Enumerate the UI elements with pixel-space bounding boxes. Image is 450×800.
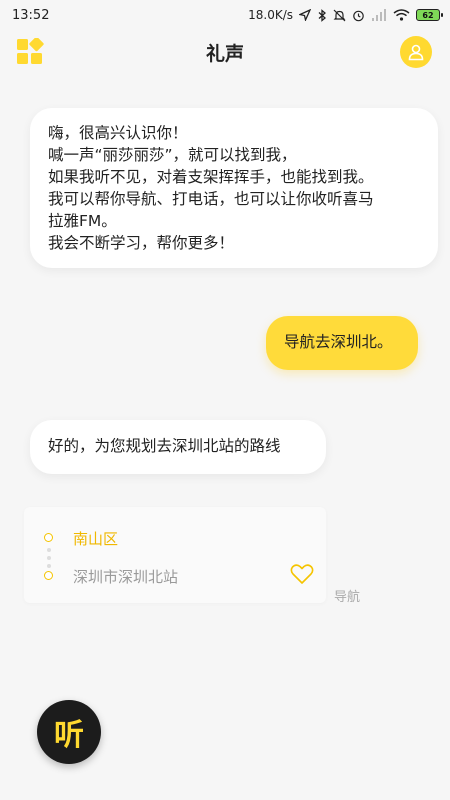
user-message: 导航去深圳北。 [266, 316, 418, 370]
user-message-text: 导航去深圳北。 [284, 333, 393, 351]
wifi-icon [393, 9, 410, 21]
destination-dot-icon [44, 571, 53, 580]
signal-icon [371, 9, 387, 21]
route-card[interactable]: 南山区 深圳市深圳北站 [24, 507, 326, 603]
route-connector [47, 564, 51, 568]
greeting-line: 我可以帮你导航、打电话，也可以让你收听喜马 [48, 190, 374, 208]
greeting-line: 拉雅FM。 [48, 212, 117, 230]
greeting-line: 我会不断学习，帮你更多！ [48, 234, 235, 252]
bot-message-greeting: 嗨，很高兴认识你！ 喊一声“丽莎丽莎”，就可以找到我， 如果我听不见，对着支架挥… [30, 108, 438, 268]
status-bar: 13:52 18.0K/s 62 [0, 0, 450, 30]
origin-dot-icon [44, 533, 53, 542]
bot-reply-text: 好的，为您规划去深圳北站的路线 [48, 437, 281, 455]
route-connector [47, 556, 51, 560]
status-icons: 18.0K/s 62 [248, 8, 443, 22]
route-destination: 深圳市深圳北站 [73, 568, 179, 586]
alarm-icon [352, 9, 365, 22]
mute-icon [333, 9, 346, 22]
greeting-line: 如果我听不见，对着支架挥挥手，也能找到我。 [48, 168, 374, 186]
app-header: 礼声 [0, 30, 450, 74]
listen-label: 听 [54, 718, 84, 753]
battery-icon: 62 [416, 9, 443, 21]
page-title: 礼声 [205, 42, 244, 65]
heart-outline-icon[interactable] [290, 563, 314, 585]
greeting-line: 喊一声“丽莎丽莎”，就可以找到我， [48, 146, 297, 164]
route-origin: 南山区 [73, 530, 119, 548]
navigate-link[interactable]: 导航 [334, 586, 360, 605]
greeting-line: 嗨，很高兴认识你！ [48, 124, 188, 142]
bluetooth-icon [317, 8, 327, 22]
listen-button[interactable]: 听 [37, 700, 101, 764]
bot-message-reply: 好的，为您规划去深圳北站的路线 [30, 420, 326, 474]
grid-menu-icon[interactable] [16, 36, 44, 66]
user-avatar-icon[interactable] [400, 36, 432, 68]
net-speed: 18.0K/s [248, 8, 293, 22]
location-arrow-icon [299, 9, 311, 21]
route-connector [47, 548, 51, 552]
status-time: 13:52 [12, 7, 50, 23]
